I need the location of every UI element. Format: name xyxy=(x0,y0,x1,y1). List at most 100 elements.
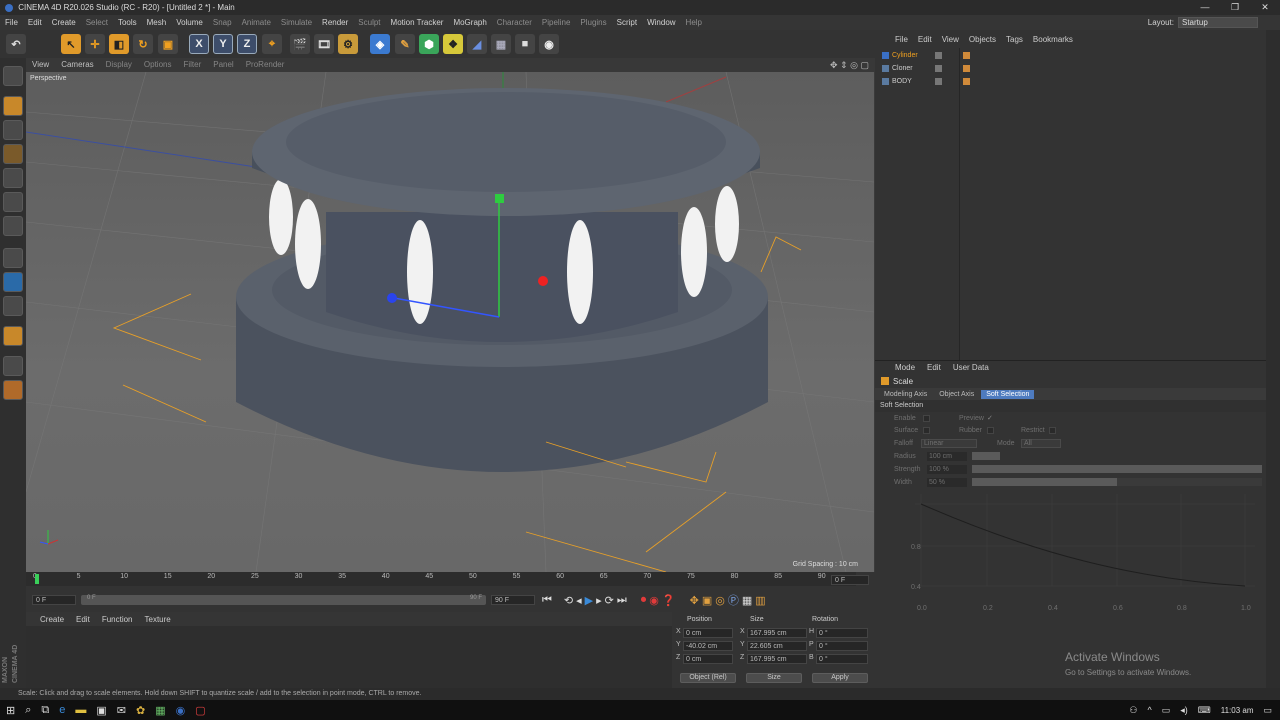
people-icon[interactable]: ⚇ xyxy=(1129,705,1137,716)
menu-file[interactable]: File xyxy=(0,15,23,30)
menu-snap[interactable]: Snap xyxy=(208,15,237,30)
coord-size-field[interactable]: 167.995 cm xyxy=(747,628,807,638)
key-scale-icon[interactable]: ▣ xyxy=(702,594,712,607)
prev-frame-icon[interactable]: ◂ xyxy=(576,594,582,607)
om-menu-file[interactable]: File xyxy=(895,35,908,44)
visibility-dots-icon[interactable] xyxy=(935,52,942,59)
render-picture-viewer-icon[interactable]: 🎞 xyxy=(314,34,334,54)
y-axis-lock-icon[interactable]: Y xyxy=(213,34,233,54)
edge-icon[interactable]: e xyxy=(59,704,65,716)
recent-tools-icon[interactable]: ▣ xyxy=(158,34,178,54)
object-tag-icon[interactable] xyxy=(963,52,970,59)
menu-plugins[interactable]: Plugins xyxy=(575,15,611,30)
menu-sculpt[interactable]: Sculpt xyxy=(353,15,385,30)
planar-workplane-icon[interactable] xyxy=(3,356,23,376)
solo-icon[interactable] xyxy=(3,380,23,400)
app-icon-2[interactable]: ▦ xyxy=(155,704,165,717)
subdivision-icon[interactable]: ⬢ xyxy=(419,34,439,54)
perspective-viewport[interactable]: Perspective Grid Spacing : 10 cm xyxy=(26,72,874,572)
object-tag-icon[interactable] xyxy=(963,78,970,85)
rotate-icon[interactable]: ↻ xyxy=(133,34,153,54)
floor-icon[interactable]: ▦ xyxy=(491,34,511,54)
am-menu-mode[interactable]: Mode xyxy=(895,363,915,372)
coord-position-field[interactable]: 0 cm xyxy=(683,654,733,664)
tab-modeling-axis[interactable]: Modeling Axis xyxy=(879,390,932,399)
app-icon-1[interactable]: ✿ xyxy=(136,704,145,717)
mat-menu-texture[interactable]: Texture xyxy=(145,615,171,624)
clock[interactable]: 11:03 am xyxy=(1221,706,1254,715)
vp-menu-view[interactable]: View xyxy=(26,58,55,72)
vp-menu-cameras[interactable]: Cameras xyxy=(55,58,99,72)
menu-script[interactable]: Script xyxy=(612,15,642,30)
om-menu-view[interactable]: View xyxy=(942,35,959,44)
snapping-icon[interactable] xyxy=(3,296,23,316)
layout-dropdown[interactable]: Startup xyxy=(1178,17,1258,28)
coord-mode-select[interactable]: Object (Rel) xyxy=(680,673,736,683)
cube-icon[interactable]: ◈ xyxy=(370,34,390,54)
width-slider[interactable] xyxy=(972,478,1262,486)
object-row[interactable]: Cylinder xyxy=(875,49,1265,62)
surface-checkbox[interactable] xyxy=(923,427,930,434)
strength-field[interactable]: 100 % xyxy=(927,465,967,474)
menu-create[interactable]: Create xyxy=(47,15,81,30)
coordinate-system-icon[interactable]: ⌖ xyxy=(262,34,282,54)
x-axis-lock-icon[interactable]: X xyxy=(189,34,209,54)
object-tag-icon[interactable] xyxy=(963,65,970,72)
tweak-mode-icon[interactable] xyxy=(3,272,23,292)
mode-select[interactable]: All xyxy=(1021,439,1061,448)
tray-chevron-icon[interactable]: ^ xyxy=(1147,705,1151,715)
menu-help[interactable]: Help xyxy=(681,15,707,30)
am-menu-user-data[interactable]: User Data xyxy=(953,363,989,372)
axis-mode-icon[interactable] xyxy=(3,248,23,268)
locked-workplane-icon[interactable] xyxy=(3,326,23,346)
key-rotation-icon[interactable]: ◎ xyxy=(715,594,725,607)
vp-menu-prorender[interactable]: ProRender xyxy=(240,58,291,72)
notifications-icon[interactable]: ▭ xyxy=(1263,705,1272,716)
deformer-icon[interactable]: ◢ xyxy=(467,34,487,54)
next-frame-icon[interactable]: ▸ xyxy=(596,594,602,607)
menu-render[interactable]: Render xyxy=(317,15,353,30)
vp-menu-options[interactable]: Options xyxy=(138,58,178,72)
go-start-icon[interactable]: ⏮ xyxy=(542,594,552,607)
key-position-icon[interactable]: ✥ xyxy=(690,594,699,607)
coord-size-field[interactable]: 22.605 cm xyxy=(747,641,807,651)
om-menu-bookmarks[interactable]: Bookmarks xyxy=(1033,35,1073,44)
menu-pipeline[interactable]: Pipeline xyxy=(537,15,575,30)
am-side-tabs[interactable] xyxy=(1266,360,1280,688)
strength-slider[interactable] xyxy=(972,465,1262,473)
autokey-icon[interactable]: ◉ xyxy=(649,594,659,607)
start-frame-field[interactable]: 0 F xyxy=(32,595,76,605)
radius-field[interactable]: 100 cm xyxy=(927,452,967,461)
edges-mode-icon[interactable] xyxy=(3,192,23,212)
mat-menu-create[interactable]: Create xyxy=(40,615,64,624)
vp-menu-panel[interactable]: Panel xyxy=(207,58,239,72)
frame-range-slider[interactable]: 0 F 90 F xyxy=(81,595,486,605)
keyboard-icon[interactable]: ⌨ xyxy=(1198,705,1211,716)
am-menu-edit[interactable]: Edit xyxy=(927,363,941,372)
vp-menu-filter[interactable]: Filter xyxy=(177,58,207,72)
menu-mograph[interactable]: MoGraph xyxy=(448,15,491,30)
task-view-icon[interactable]: ⧉ xyxy=(41,704,49,717)
pen-icon[interactable]: ✎ xyxy=(395,34,415,54)
file-explorer-icon[interactable]: ▬ xyxy=(75,704,86,716)
menu-mesh[interactable]: Mesh xyxy=(142,15,172,30)
next-key-icon[interactable]: ⟳ xyxy=(605,594,614,607)
key-param-icon[interactable]: Ⓟ xyxy=(728,592,739,608)
search-icon[interactable]: ⌕ xyxy=(25,704,31,717)
menu-tools[interactable]: Tools xyxy=(113,15,142,30)
render-settings-icon[interactable]: ⚙ xyxy=(338,34,358,54)
coord-rotation-field[interactable]: 0 ° xyxy=(816,628,868,638)
camera-icon[interactable]: ■ xyxy=(515,34,535,54)
visibility-dots-icon[interactable] xyxy=(935,78,942,85)
render-view-icon[interactable]: 🎬 xyxy=(290,34,310,54)
current-frame-field[interactable]: 0 F xyxy=(831,575,869,585)
tab-object-axis[interactable]: Object Axis xyxy=(934,390,979,399)
scale-icon[interactable]: ◧ xyxy=(109,34,129,54)
record-icon[interactable]: ⏺ xyxy=(641,594,647,607)
model-mode-icon[interactable] xyxy=(3,96,23,116)
close-button[interactable]: ✕ xyxy=(1250,0,1280,15)
visibility-dots-icon[interactable] xyxy=(935,65,942,72)
volume-icon[interactable]: ◂) xyxy=(1180,705,1188,716)
om-menu-objects[interactable]: Objects xyxy=(969,35,996,44)
menu-animate[interactable]: Animate xyxy=(237,15,276,30)
